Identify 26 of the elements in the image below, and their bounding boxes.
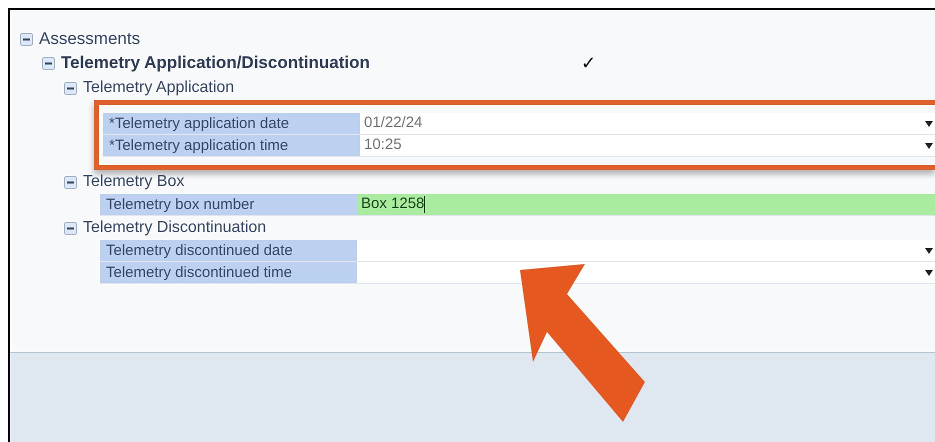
collapse-icon[interactable] [64,222,77,234]
group-title: Telemetry Application [83,78,234,98]
field-label: *Telemetry application time [103,135,360,156]
dropdown-arrow-icon[interactable] [925,246,933,254]
collapse-icon[interactable] [42,56,55,70]
group-title: Telemetry Discontinuation [83,218,266,238]
section-title: Telemetry Application/Discontinuation [61,52,371,74]
collapse-icon[interactable] [64,82,77,94]
dropdown-field[interactable] [357,262,935,283]
text-cursor [424,196,426,213]
dropdown-field[interactable]: 10:25 [360,135,935,156]
field-label: *Telemetry application date [103,113,360,134]
dropdown-field[interactable]: 01/22/24 [360,113,935,134]
dropdown-field[interactable] [357,240,935,261]
dropdown-arrow-icon[interactable] [925,142,933,150]
section-title: Assessments [39,28,140,50]
dropdown-arrow-icon[interactable] [925,268,933,276]
text-field[interactable]: Box 1258 [357,194,935,215]
collapse-icon[interactable] [20,32,33,46]
field-label: Telemetry discontinued time [100,262,357,283]
dropdown-arrow-icon[interactable] [925,120,933,128]
field-label: Telemetry box number [100,194,357,215]
group-title: Telemetry Box [83,172,184,192]
check-mark: ✓ [581,52,596,74]
field-label: Telemetry discontinued date [100,240,357,261]
collapse-icon[interactable] [64,176,77,188]
